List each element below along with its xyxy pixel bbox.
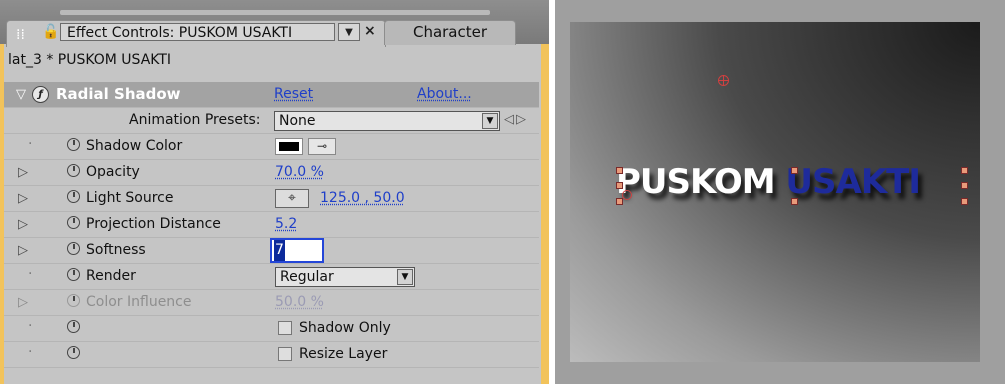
color-swatch[interactable] xyxy=(275,138,303,155)
effect-controls-panel: ⁞⁞ 🔓 Effect Controls: PUSKOM USAKTI ▼ × … xyxy=(0,0,549,384)
effect-header-row[interactable]: ▽ ƒ Radial Shadow Reset About... xyxy=(4,82,539,108)
layer-handle[interactable] xyxy=(791,198,798,205)
projection-distance-label: Projection Distance xyxy=(86,216,221,232)
tab-title[interactable]: Effect Controls: PUSKOM USAKTI xyxy=(60,23,335,41)
preset-nav-arrows-icon[interactable]: ◁▷ xyxy=(504,112,528,127)
canvas-text[interactable]: PUSKOM USAKTI xyxy=(616,162,921,202)
grip-icon[interactable]: ⁞⁞ xyxy=(16,27,25,43)
twirl-arrow-icon[interactable]: ▷ xyxy=(18,165,28,180)
stopwatch-icon[interactable] xyxy=(67,346,80,359)
canvas-text-word2: USAKTI xyxy=(785,162,921,202)
layer-handle[interactable] xyxy=(961,198,968,205)
chevron-down-icon: ▼ xyxy=(397,269,413,285)
composition-canvas[interactable]: PUSKOM USAKTI xyxy=(570,22,980,362)
reset-link[interactable]: Reset xyxy=(274,86,313,102)
presets-value: None xyxy=(279,113,316,129)
twirl-arrow-icon[interactable]: ▷ xyxy=(18,191,28,206)
animation-presets-row: Animation Presets: None ▼ ◁▷ xyxy=(4,108,539,134)
layer-handle[interactable] xyxy=(961,182,968,189)
projection-distance-row: ▷ Projection Distance 5.2 xyxy=(4,212,539,238)
shadow-color-label: Shadow Color xyxy=(86,138,183,154)
stopwatch-icon[interactable] xyxy=(67,138,80,151)
resize-layer-checkbox[interactable] xyxy=(278,347,292,361)
layer-handle[interactable] xyxy=(616,198,623,205)
projection-distance-value[interactable]: 5.2 xyxy=(275,216,297,232)
render-label: Render xyxy=(86,268,136,284)
twirl-arrow-icon[interactable]: ▷ xyxy=(18,243,28,258)
tab-bar: ⁞⁞ 🔓 Effect Controls: PUSKOM USAKTI ▼ × … xyxy=(0,0,549,47)
layer-handle[interactable] xyxy=(791,167,798,174)
stopwatch-icon xyxy=(67,294,80,307)
resize-layer-row: · Resize Layer xyxy=(4,342,539,368)
chevron-down-icon: ▼ xyxy=(482,113,498,129)
resize-layer-label: Resize Layer xyxy=(299,346,388,362)
layer-handle[interactable] xyxy=(961,167,968,174)
twirl-arrow-icon[interactable]: ▷ xyxy=(18,217,28,232)
shadow-only-checkbox[interactable] xyxy=(278,321,292,335)
dot-icon: · xyxy=(28,344,33,360)
dot-icon: · xyxy=(28,266,33,282)
render-row: · Render Regular ▼ xyxy=(4,264,539,290)
dot-icon: · xyxy=(28,318,33,334)
render-dropdown[interactable]: Regular ▼ xyxy=(275,267,415,287)
softness-value: 7 xyxy=(274,240,285,261)
lock-icon[interactable]: 🔓 xyxy=(42,24,59,40)
stopwatch-icon[interactable] xyxy=(67,216,80,229)
softness-row: ▷ Softness 7 xyxy=(4,238,539,264)
tab-bar-strip xyxy=(60,10,490,15)
presets-label: Animation Presets: xyxy=(129,112,261,128)
render-value: Regular xyxy=(280,269,334,285)
opacity-label: Opacity xyxy=(86,164,140,180)
shadow-only-row: · Shadow Only xyxy=(4,316,539,342)
about-link[interactable]: About... xyxy=(417,86,472,102)
panel-edge-right xyxy=(541,0,549,384)
twirl-arrow-icon[interactable]: ▷ xyxy=(18,295,28,310)
light-source-point[interactable] xyxy=(718,75,729,86)
composition-path: lat_3 * PUSKOM USAKTI xyxy=(8,52,172,68)
softness-input[interactable]: 7 xyxy=(270,238,324,263)
eyedropper-icon[interactable]: ⊸ xyxy=(308,138,336,155)
shadow-only-label: Shadow Only xyxy=(299,320,391,336)
shadow-color-row: · Shadow Color ⊸ xyxy=(4,134,539,160)
stopwatch-icon[interactable] xyxy=(67,320,80,333)
stopwatch-icon[interactable] xyxy=(67,190,80,203)
presets-dropdown[interactable]: None ▼ xyxy=(274,111,500,131)
color-influence-label: Color Influence xyxy=(86,294,192,310)
layer-handle[interactable] xyxy=(616,182,623,189)
opacity-value[interactable]: 70.0 % xyxy=(275,164,324,180)
canvas-text-word1: PUSKOM xyxy=(616,162,776,202)
color-influence-value: 50.0 % xyxy=(275,294,324,310)
dot-icon: · xyxy=(28,136,33,152)
tab-character[interactable]: Character xyxy=(384,20,516,45)
crosshair-icon[interactable]: ⌖ xyxy=(275,189,309,208)
stopwatch-icon[interactable] xyxy=(67,268,80,281)
stopwatch-icon[interactable] xyxy=(67,164,80,177)
composition-viewer: PUSKOM USAKTI xyxy=(555,0,1005,384)
light-source-label: Light Source xyxy=(86,190,174,206)
stopwatch-icon[interactable] xyxy=(67,242,80,255)
chevron-down-icon[interactable]: ▼ xyxy=(338,23,360,41)
light-source-row: ▷ Light Source ⌖ 125.0 , 50.0 xyxy=(4,186,539,212)
close-icon[interactable]: × xyxy=(364,23,376,39)
twirl-arrow-icon[interactable]: ▽ xyxy=(16,87,26,102)
effect-name: Radial Shadow xyxy=(56,85,181,103)
color-influence-row: ▷ Color Influence 50.0 % xyxy=(4,290,539,316)
softness-label: Softness xyxy=(86,242,146,258)
anchor-point[interactable] xyxy=(622,190,632,200)
opacity-row: ▷ Opacity 70.0 % xyxy=(4,160,539,186)
fx-icon[interactable]: ƒ xyxy=(32,86,49,103)
light-source-value[interactable]: 125.0 , 50.0 xyxy=(320,190,405,206)
layer-handle[interactable] xyxy=(616,167,623,174)
